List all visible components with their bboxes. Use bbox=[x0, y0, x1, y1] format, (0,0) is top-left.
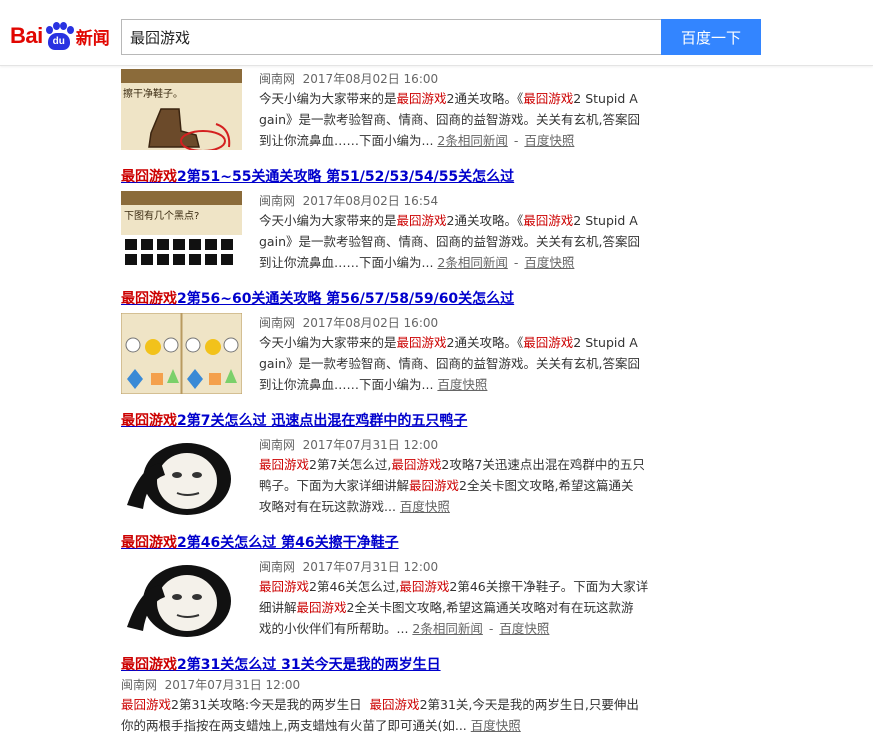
result-date: 2017年08月02日 16:00 bbox=[302, 316, 439, 330]
result-meta: 闽南网 2017年07月31日 12:00 bbox=[121, 676, 300, 693]
result-title-link[interactable]: 最囧游戏2第7关怎么过 迅速点出混在鸡群中的五只鸭子 bbox=[121, 410, 467, 430]
logo-du-text: du bbox=[52, 36, 65, 47]
snapshot-link[interactable]: 百度快照 bbox=[437, 377, 487, 392]
result-abstract: 今天小编为大家带来的是最囧游戏2通关攻略。《最囧游戏2 Stupid A gai… bbox=[259, 91, 640, 148]
result-abstract: 最囧游戏2第31关攻略:今天是我的两岁生日 最囧游戏2第31关,今天是我的两岁生… bbox=[121, 697, 639, 733]
result-title-link[interactable]: 最囧游戏2第51~55关通关攻略 第51/52/53/54/55关怎么过 bbox=[121, 166, 514, 186]
result-title-link[interactable]: 最囧游戏2第56~60关通关攻略 第56/57/58/59/60关怎么过 bbox=[121, 288, 514, 308]
related-news-link[interactable]: 2条相同新闻 bbox=[437, 133, 507, 148]
search-button[interactable]: 百度一下 bbox=[661, 19, 761, 55]
result-meta: 闽南网 2017年07月31日 12:00 bbox=[259, 436, 438, 453]
result-abstract: 最囧游戏2第7关怎么过,最囧游戏2攻略7关迅速点出混在鸡群中的五只 鸭子。下面为… bbox=[259, 457, 645, 514]
related-news-link[interactable]: 2条相同新闻 bbox=[437, 255, 507, 270]
snapshot-link[interactable]: 百度快照 bbox=[471, 718, 521, 733]
search-input[interactable] bbox=[121, 19, 662, 55]
result-date: 2017年07月31日 12:00 bbox=[302, 560, 439, 574]
result-meta: 闽南网 2017年08月02日 16:00 bbox=[259, 314, 438, 331]
result-thumbnail[interactable]: 下图有几个黑点? bbox=[121, 191, 242, 272]
logo-bai-text: Bai bbox=[10, 23, 43, 48]
result-thumbnail[interactable] bbox=[121, 557, 242, 638]
result-thumbnail[interactable]: 擦干净鞋子。 bbox=[121, 69, 242, 150]
result-abstract: 今天小编为大家带来的是最囧游戏2通关攻略。《最囧游戏2 Stupid A gai… bbox=[259, 213, 640, 270]
result-thumbnail[interactable] bbox=[121, 313, 242, 394]
result-date: 2017年08月02日 16:54 bbox=[302, 194, 439, 208]
result-date: 2017年07月31日 12:00 bbox=[164, 678, 301, 692]
result-meta: 闽南网 2017年07月31日 12:00 bbox=[259, 558, 438, 575]
header-bar: Bai du 新闻 百度一下 bbox=[0, 0, 873, 66]
result-thumbnail[interactable] bbox=[121, 435, 242, 516]
snapshot-link[interactable]: 百度快照 bbox=[400, 499, 450, 514]
snapshot-link[interactable]: 百度快照 bbox=[499, 621, 549, 636]
result-source: 闽南网 bbox=[121, 678, 158, 692]
related-news-link[interactable]: 2条相同新闻 bbox=[412, 621, 482, 636]
result-title-link[interactable]: 最囧游戏2第46关怎么过 第46关擦干净鞋子 bbox=[121, 532, 399, 552]
snapshot-link[interactable]: 百度快照 bbox=[524, 255, 574, 270]
result-abstract: 今天小编为大家带来的是最囧游戏2通关攻略。《最囧游戏2 Stupid A gai… bbox=[259, 335, 640, 392]
result-abstract: 最囧游戏2第46关怎么过,最囧游戏2第46关擦干净鞋子。下面为大家详 细讲解最囧… bbox=[259, 579, 649, 636]
logo-news-text: 新闻 bbox=[75, 28, 110, 49]
result-source: 闽南网 bbox=[259, 560, 296, 574]
result-source: 闽南网 bbox=[259, 194, 296, 208]
result-source: 闽南网 bbox=[259, 72, 296, 86]
result-source: 闽南网 bbox=[259, 438, 296, 452]
paw-icon: du bbox=[44, 22, 74, 50]
result-meta: 闽南网 2017年08月02日 16:54 bbox=[259, 192, 438, 209]
snapshot-link[interactable]: 百度快照 bbox=[524, 133, 574, 148]
result-source: 闽南网 bbox=[259, 316, 296, 330]
baidu-news-logo[interactable]: Bai du 新闻 bbox=[10, 16, 110, 56]
result-date: 2017年07月31日 12:00 bbox=[302, 438, 439, 452]
result-title-link[interactable]: 最囧游戏2第31关怎么过 31关今天是我的两岁生日 bbox=[121, 654, 441, 674]
result-meta: 闽南网 2017年08月02日 16:00 bbox=[259, 70, 438, 87]
result-date: 2017年08月02日 16:00 bbox=[302, 72, 439, 86]
